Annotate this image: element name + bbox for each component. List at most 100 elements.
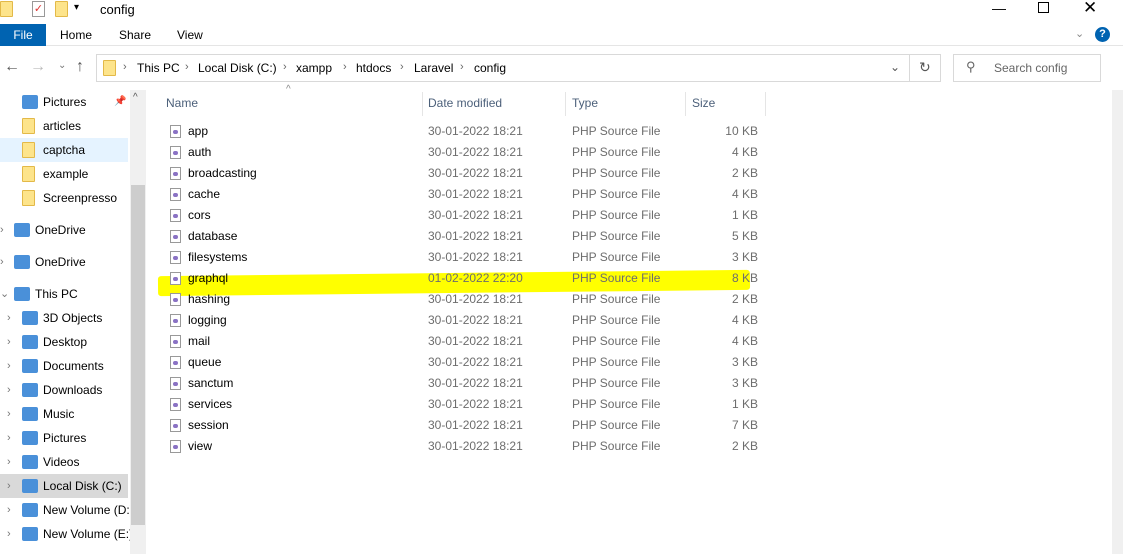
sidebar-item-label: Pictures <box>43 431 87 445</box>
chevron-right-icon[interactable]: › <box>0 250 4 274</box>
breadcrumb-item[interactable]: htdocs <box>356 61 391 75</box>
file-row[interactable]: app 30-01-2022 18:21 PHP Source File 10 KB <box>160 121 770 142</box>
tab-share[interactable]: Share <box>119 24 151 46</box>
sidebar-item[interactable]: › Videos <box>0 450 128 474</box>
file-size: 3 KB <box>731 355 758 369</box>
file-row[interactable]: sanctum 30-01-2022 18:21 PHP Source File 3 … <box>160 373 770 394</box>
drive-icon <box>22 479 38 493</box>
chevron-right-icon[interactable]: › <box>7 498 11 522</box>
sidebar-item[interactable]: › OneDrive <box>0 218 128 242</box>
back-button[interactable]: ← <box>4 58 20 76</box>
computer-icon <box>14 287 30 301</box>
file-row[interactable]: mail 30-01-2022 18:21 PHP Source File 4 KB <box>160 331 770 352</box>
php-file-icon <box>170 230 181 243</box>
sidebar-item[interactable]: captcha <box>0 138 128 162</box>
file-row[interactable]: hashing 30-01-2022 18:21 PHP Source File 2 … <box>160 289 770 310</box>
file-date: 30-01-2022 18:21 <box>428 397 523 411</box>
tab-file[interactable]: File <box>0 24 46 46</box>
column-header-date[interactable]: Date modified <box>422 92 566 116</box>
chevron-right-icon[interactable]: › <box>0 218 4 242</box>
sidebar-item[interactable]: › Downloads <box>0 378 128 402</box>
forward-button[interactable]: → <box>30 58 46 76</box>
file-row[interactable]: cors 30-01-2022 18:21 PHP Source File 1 KB <box>160 205 770 226</box>
sidebar-item[interactable]: › 3D Objects <box>0 306 128 330</box>
up-button[interactable]: ↑ <box>76 58 84 76</box>
chevron-right-icon[interactable]: › <box>7 378 11 402</box>
sidebar-item[interactable]: › Pictures <box>0 426 128 450</box>
chevron-right-icon[interactable]: › <box>7 450 11 474</box>
sidebar-item[interactable]: Pictures 📌 <box>0 90 128 114</box>
breadcrumb-item[interactable]: xampp <box>296 61 332 75</box>
chevron-right-icon[interactable]: › <box>7 426 11 450</box>
file-date: 30-01-2022 18:21 <box>428 376 523 390</box>
column-header-size[interactable]: Size <box>686 92 766 116</box>
address-dropdown-icon[interactable]: ⌄ <box>890 60 900 74</box>
file-row[interactable]: broadcasting 30-01-2022 18:21 PHP Source F… <box>160 163 770 184</box>
scroll-up-icon[interactable]: ^ <box>133 92 138 103</box>
file-type: PHP Source File <box>572 166 661 180</box>
sidebar-item[interactable]: › OneDrive <box>0 250 128 274</box>
chevron-right-icon[interactable]: › <box>7 306 11 330</box>
sidebar-item[interactable]: Screenpresso <box>0 186 128 210</box>
sidebar-item[interactable]: ⌄ This PC <box>0 282 128 306</box>
chevron-right-icon[interactable]: › <box>7 330 11 354</box>
file-row[interactable]: graphql 01-02-2022 22:20 PHP Source File 8 … <box>160 268 770 289</box>
sidebar-item[interactable]: example <box>0 162 128 186</box>
sidebar-item[interactable]: › Desktop <box>0 330 128 354</box>
sidebar-item-label: Screenpresso <box>43 191 118 205</box>
main-scrollbar[interactable] <box>1112 90 1123 554</box>
refresh-icon[interactable]: ↻ <box>919 59 931 76</box>
file-size: 1 KB <box>731 397 758 411</box>
chevron-right-icon[interactable]: › <box>7 354 11 378</box>
file-row[interactable]: database 30-01-2022 18:21 PHP Source File 5… <box>160 226 770 247</box>
chevron-down-icon[interactable]: ⌄ <box>0 282 9 306</box>
file-row[interactable]: session 30-01-2022 18:21 PHP Source File 7 … <box>160 415 770 436</box>
minimize-button[interactable]: — <box>992 0 1006 16</box>
file-row[interactable]: queue 30-01-2022 18:21 PHP Source File 3 KB <box>160 352 770 373</box>
breadcrumb-item[interactable]: config <box>474 61 506 75</box>
file-size: 4 KB <box>731 313 758 327</box>
file-type: PHP Source File <box>572 124 661 138</box>
properties-icon[interactable]: ✓ <box>32 1 45 17</box>
sidebar-item[interactable]: › Documents <box>0 354 128 378</box>
column-header-type[interactable]: Type <box>566 92 686 116</box>
recent-locations-icon[interactable]: ⌄ <box>58 60 66 71</box>
address-bar[interactable]: › This PC › Local Disk (C:) › xampp › htdocs… <box>96 54 941 82</box>
close-button[interactable]: ✕ <box>1083 0 1097 18</box>
sidebar-scrollbar-thumb[interactable] <box>131 185 145 525</box>
php-file-icon <box>170 272 181 285</box>
chevron-right-icon[interactable]: › <box>7 474 11 498</box>
file-row[interactable]: services 30-01-2022 18:21 PHP Source File 1… <box>160 394 770 415</box>
sidebar-item[interactable]: articles <box>0 114 128 138</box>
sidebar-item[interactable]: › New Volume (D:) <box>0 498 134 522</box>
breadcrumb-item[interactable]: Laravel <box>414 61 453 75</box>
breadcrumb-item[interactable]: This PC <box>137 61 180 75</box>
php-file-icon <box>170 209 181 222</box>
expand-ribbon-icon[interactable]: ⌄ <box>1075 27 1084 40</box>
file-date: 30-01-2022 18:21 <box>428 250 523 264</box>
help-icon[interactable]: ? <box>1095 27 1110 42</box>
sidebar-scrollbar[interactable]: ^ <box>130 90 146 554</box>
sidebar-item[interactable]: › Music <box>0 402 128 426</box>
file-row[interactable]: logging 30-01-2022 18:21 PHP Source File 4 … <box>160 310 770 331</box>
file-row[interactable]: view 30-01-2022 18:21 PHP Source File 2 KB <box>160 436 770 457</box>
tab-view[interactable]: View <box>177 24 203 46</box>
tab-home[interactable]: Home <box>60 24 92 46</box>
column-header-name[interactable]: Name <box>160 92 423 116</box>
chevron-right-icon[interactable]: › <box>7 522 11 546</box>
breadcrumb-item[interactable]: Local Disk (C:) <box>198 61 277 75</box>
maximize-button[interactable] <box>1038 2 1049 13</box>
file-row[interactable]: cache 30-01-2022 18:21 PHP Source File 4 KB <box>160 184 770 205</box>
sidebar-item[interactable]: › Local Disk (C:) <box>0 474 128 498</box>
desktop-icon <box>22 335 38 349</box>
sidebar-item-label: OneDrive <box>35 223 86 237</box>
video-icon <box>22 455 38 469</box>
sidebar-item[interactable]: › New Volume (E:) <box>0 522 133 546</box>
folder-icon <box>103 60 116 76</box>
new-folder-icon[interactable] <box>55 1 68 17</box>
file-row[interactable]: auth 30-01-2022 18:21 PHP Source File 4 KB <box>160 142 770 163</box>
customize-toolbar-icon[interactable]: ▾ <box>74 2 79 13</box>
file-row[interactable]: filesystems 30-01-2022 18:21 PHP Source Fi… <box>160 247 770 268</box>
chevron-right-icon[interactable]: › <box>7 402 11 426</box>
sidebar-item-label: Pictures <box>43 95 87 109</box>
